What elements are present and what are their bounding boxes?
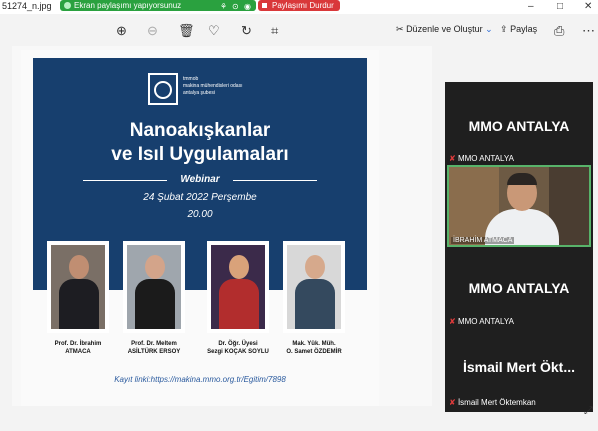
mic-muted-icon: ✘ xyxy=(449,398,456,407)
edit-create-button[interactable]: ✂ Düzenle ve Oluştur ⌄ xyxy=(396,24,493,35)
registration-link: Kayıt linki:https://makina.mmo.org.tr/Eg… xyxy=(114,375,286,384)
mic-icon[interactable]: ⚘ xyxy=(220,1,227,12)
viewer-toolbar: ⊕ ⊖ 🗑 ♡ ↻ ⌗ ✂ Düzenle ve Oluştur ⌄ ⇪ Pay… xyxy=(0,14,598,46)
rotate-icon[interactable]: ↻ xyxy=(241,23,252,39)
zoom-in-icon[interactable]: ⊕ xyxy=(116,23,127,39)
more-options-icon[interactable]: ⋯ xyxy=(582,23,595,39)
participants-panel: MMO ANTALYA ✘ MMO ANTALYA MMO ANTALYA ✘ … xyxy=(445,82,593,412)
poster-title-line1: Nanoakışkanlar xyxy=(129,120,271,141)
poster-image: tmmob makina mühendisleri odası antalya … xyxy=(21,50,379,406)
mic-muted-icon: ✘ xyxy=(449,154,456,163)
poster-title-line2: ve Isıl Uygulamaları xyxy=(111,144,289,165)
active-speaker-video[interactable]: İBRAHİM ATMACA xyxy=(447,165,591,247)
event-date: 24 Şubat 2022 Perşembe xyxy=(143,192,257,203)
zoom-out-icon[interactable]: ⊖ xyxy=(147,23,158,39)
mmo-logo xyxy=(148,73,178,105)
participant-label-1[interactable]: ✘ MMO ANTALYA xyxy=(449,154,514,163)
file-name: 51274_n.jpg xyxy=(2,1,52,11)
event-time: 20.00 xyxy=(187,209,213,220)
participant-label-4[interactable]: ✘ İsmail Mert Öktemkan xyxy=(449,398,536,407)
share-status-text: Ekran paylaşımı yapıyorsunuz xyxy=(74,1,182,10)
speaker-photo-1 xyxy=(47,241,109,333)
stop-sharing-button[interactable]: Paylaşımı Durdur xyxy=(258,0,340,11)
org-name: tmmob makina mühendisleri odası antalya … xyxy=(183,76,243,96)
speaker-caption-2: Prof. Dr. Meltem ASİLTÜRK ERSOY xyxy=(127,341,181,355)
stop-sharing-label: Paylaşımı Durdur xyxy=(272,1,334,10)
title-bar: 51274_n.jpg Ekran paylaşımı yapıyorsunuz… xyxy=(0,0,598,14)
share-button[interactable]: ⇪ Paylaş xyxy=(500,24,537,35)
edit-icon: ✂ xyxy=(396,24,404,34)
mic-muted-icon: ✘ xyxy=(449,317,456,326)
speaker-photo-2 xyxy=(123,241,185,333)
edit-create-label: Düzenle ve Oluştur xyxy=(406,24,483,34)
speaker-photo-3 xyxy=(207,241,269,333)
participant-label-3[interactable]: ✘ MMO ANTALYA xyxy=(449,317,514,326)
settings-icon[interactable]: ⊙ xyxy=(232,1,239,12)
video-label: İBRAHİM ATMACA xyxy=(451,237,515,244)
speaker-caption-4: Mak. Yük. Müh. O. Samet ÖZDEMİR xyxy=(286,341,342,355)
bottom-strip xyxy=(0,414,598,431)
share-label: Paylaş xyxy=(510,24,538,34)
participant-tile-name-3: MMO ANTALYA xyxy=(468,280,570,296)
close-button[interactable]: ✕ xyxy=(584,1,592,12)
crop-icon[interactable]: ⌗ xyxy=(271,23,278,39)
heart-icon[interactable]: ♡ xyxy=(208,23,220,39)
minimize-button[interactable]: – xyxy=(528,1,534,12)
share-indicator-icon xyxy=(64,2,71,9)
participant-tile-name-4: İsmail Mert Ökt... xyxy=(462,359,576,375)
speaker-photo-4 xyxy=(283,241,345,333)
share-icon: ⇪ xyxy=(500,24,508,34)
print-icon[interactable]: ⎙ xyxy=(554,23,564,39)
chevron-down-icon: ⌄ xyxy=(485,24,493,34)
stop-icon xyxy=(262,3,267,8)
screen-share-status[interactable]: Ekran paylaşımı yapıyorsunuz ⚘ ⊙ ◉ xyxy=(60,0,256,11)
event-type: Webinar xyxy=(180,174,220,185)
maximize-button[interactable]: □ xyxy=(557,1,563,12)
shield-icon[interactable]: ◉ xyxy=(244,1,251,12)
participant-tile-name-1: MMO ANTALYA xyxy=(468,118,570,134)
trash-icon[interactable]: 🗑 xyxy=(178,23,195,39)
